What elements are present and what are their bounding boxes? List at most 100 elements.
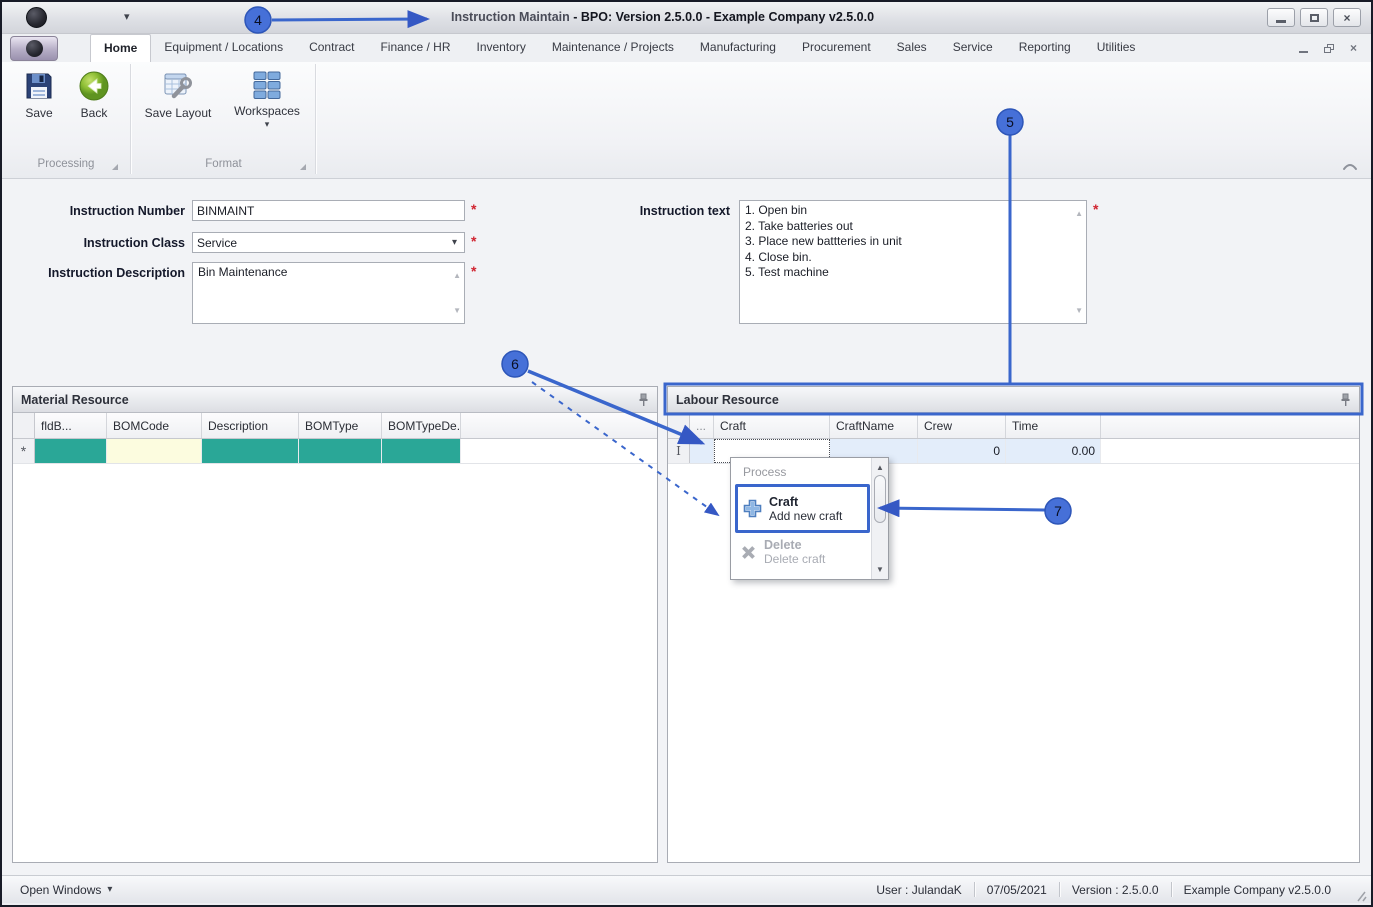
scroll-down-icon[interactable]: ▼ <box>453 303 461 319</box>
workspaces-button-label: Workspaces <box>234 104 300 118</box>
instruction-text-label: Instruction text <box>639 204 730 218</box>
close-button[interactable]: × <box>1333 8 1361 27</box>
instruction-number-value: BINMAINT <box>197 203 255 218</box>
mdi-minimize-icon <box>1298 50 1308 53</box>
tab-reporting[interactable]: Reporting <box>1006 34 1084 62</box>
column-header-fldb[interactable]: fldB... <box>35 413 107 438</box>
mdi-window-controls: × <box>1298 40 1357 56</box>
tab-equipment-locations[interactable]: Equipment / Locations <box>151 34 296 62</box>
status-company: Example Company v2.5.0.0 <box>1183 882 1331 897</box>
row-indicator-header <box>13 413 35 438</box>
pin-icon[interactable] <box>638 393 649 407</box>
quick-access-caret-icon[interactable]: ▾ <box>124 10 130 23</box>
workspaces-button[interactable]: Workspaces ▾ <box>226 66 308 130</box>
cell-bomtype[interactable] <box>299 439 382 463</box>
labour-grid-column-headers: ... Craft CraftName Crew Time <box>668 413 1359 439</box>
workspaces-grid-icon <box>253 71 281 99</box>
mdi-close-button[interactable]: × <box>1350 40 1357 56</box>
scrollbar-down-icon[interactable]: ▼ <box>872 565 888 574</box>
mdi-close-icon: × <box>1349 41 1357 55</box>
mdi-restore-icon <box>1323 43 1334 53</box>
cell-filler <box>461 439 657 463</box>
required-marker: * <box>471 233 477 249</box>
column-header-craft[interactable]: Craft <box>714 413 830 438</box>
tab-contract[interactable]: Contract <box>296 34 367 62</box>
status-separator <box>1170 882 1172 897</box>
context-menu-header: Process <box>743 465 787 479</box>
scroll-down-icon[interactable]: ▼ <box>1075 303 1083 319</box>
column-header-filler <box>1101 413 1359 438</box>
scrollbar-thumb[interactable] <box>874 475 886 523</box>
instruction-class-dropdown-icon[interactable]: ▾ <box>447 235 462 250</box>
instruction-number-input[interactable]: BINMAINT <box>192 200 465 221</box>
tab-utilities[interactable]: Utilities <box>1084 34 1149 62</box>
cell-dots[interactable] <box>690 439 714 463</box>
column-header-crew[interactable]: Crew <box>918 413 1006 438</box>
collapse-ribbon-icon[interactable] <box>1341 160 1359 172</box>
ribbon: Save Back Save Layout Workspaces ▾ Proce… <box>2 62 1371 179</box>
maximize-button[interactable] <box>1300 8 1328 27</box>
instruction-number-label: Instruction Number <box>69 204 185 218</box>
pin-icon[interactable] <box>1340 393 1351 407</box>
processing-dialog-launcher-icon[interactable] <box>112 164 118 170</box>
window-title-app: - BPO: Version 2.5.0.0 - Example Company… <box>569 10 875 24</box>
scroll-up-icon[interactable]: ▲ <box>453 268 461 284</box>
format-dialog-launcher-icon[interactable] <box>300 164 306 170</box>
group-caption-format: Format <box>205 158 242 170</box>
mdi-minimize-button[interactable] <box>1298 40 1308 56</box>
back-arrow-icon <box>79 71 109 101</box>
group-caption-processing: Processing <box>37 158 95 170</box>
material-resource-header: Material Resource <box>13 387 657 413</box>
cell-time[interactable]: 0.00 <box>1006 439 1101 463</box>
column-header-dots[interactable]: ... <box>690 413 714 438</box>
instruction-text-textarea[interactable]: 1. Open bin 2. Take batteries out 3. Pla… <box>739 200 1087 324</box>
instruction-class-combobox[interactable]: Service ▾ <box>192 232 465 253</box>
column-header-bomtype[interactable]: BOMType <box>299 413 382 438</box>
window-title-screen: Instruction Maintain <box>451 10 570 24</box>
status-bar: Open Windows ▾ User : JulandaK 07/05/202… <box>2 875 1371 903</box>
column-header-bomcode[interactable]: BOMCode <box>107 413 202 438</box>
cell-description[interactable] <box>202 439 299 463</box>
cell-filler <box>1101 439 1359 463</box>
labour-resource-title: Labour Resource <box>676 392 779 407</box>
open-windows-button[interactable]: Open Windows ▾ <box>20 883 112 897</box>
mdi-restore-button[interactable] <box>1323 40 1334 56</box>
cell-crew[interactable]: 0 <box>918 439 1006 463</box>
cell-bomtypede[interactable] <box>382 439 461 463</box>
minimize-button[interactable] <box>1267 8 1295 27</box>
material-new-row[interactable]: * <box>13 439 657 464</box>
status-info: User : JulandaK 07/05/2021 Version : 2.5… <box>876 882 1331 897</box>
save-layout-button[interactable]: Save Layout <box>138 66 218 120</box>
tab-inventory[interactable]: Inventory <box>463 34 538 62</box>
column-header-description[interactable]: Description <box>202 413 299 438</box>
column-header-craftname[interactable]: CraftName <box>830 413 918 438</box>
back-button-label: Back <box>80 106 108 120</box>
column-header-filler <box>461 413 657 438</box>
tab-maintenance-projects[interactable]: Maintenance / Projects <box>539 34 687 62</box>
save-layout-button-label: Save Layout <box>144 106 212 120</box>
resize-grip-icon[interactable] <box>1353 890 1367 902</box>
tab-procurement[interactable]: Procurement <box>789 34 884 62</box>
back-button[interactable]: Back <box>68 66 120 120</box>
tab-manufacturing[interactable]: Manufacturing <box>687 34 789 62</box>
tab-service[interactable]: Service <box>940 34 1006 62</box>
instruction-description-textarea[interactable]: Bin Maintenance ▲ ▼ <box>192 262 465 324</box>
tab-sales[interactable]: Sales <box>884 34 940 62</box>
cell-bomcode[interactable] <box>107 439 202 463</box>
scrollbar-up-icon[interactable]: ▲ <box>872 463 888 472</box>
scroll-up-icon[interactable]: ▲ <box>1075 206 1083 222</box>
tab-home[interactable]: Home <box>90 34 152 62</box>
workspaces-dropdown-icon: ▾ <box>264 119 270 129</box>
ribbon-group-separator <box>315 64 316 174</box>
menu-item-delete-title: Delete <box>764 538 802 552</box>
application-menu-button[interactable] <box>10 36 58 61</box>
app-logo-icon[interactable] <box>26 7 47 28</box>
cell-fldb[interactable] <box>35 439 107 463</box>
labour-resource-header: Labour Resource <box>668 387 1359 413</box>
column-header-bomtypede[interactable]: BOMTypeDe... <box>382 413 461 438</box>
save-button[interactable]: Save <box>14 66 64 120</box>
tab-finance-hr[interactable]: Finance / HR <box>367 34 463 62</box>
column-header-time[interactable]: Time <box>1006 413 1101 438</box>
menu-item-add-craft[interactable]: Craft Add new craft <box>735 484 870 533</box>
context-menu-scrollbar[interactable]: ▲ ▼ <box>871 458 888 579</box>
